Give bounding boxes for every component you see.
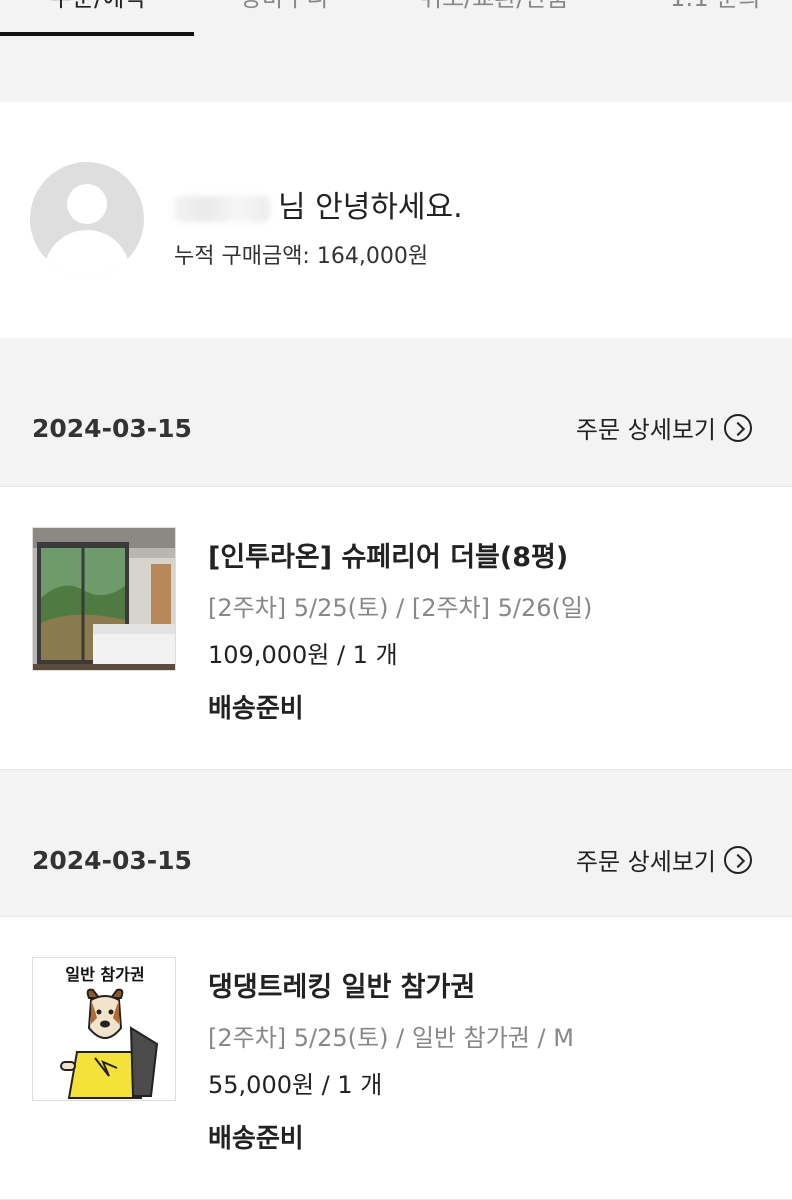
tab-cancel-return[interactable]: 취소/교환/반품 — [420, 0, 569, 26]
product-option: [2주차] 5/25(토) / 일반 참가권 / M — [208, 1024, 574, 1052]
order-date: 2024-03-15 — [32, 846, 192, 875]
chevron-right-circle-icon — [724, 845, 752, 874]
active-tab-indicator — [0, 32, 194, 36]
order-item[interactable]: 일반 참가권 댕댕트레킹 일반 참가권 [2주차] 5/25(토) / 일반 참… — [0, 916, 792, 1200]
order-item[interactable]: [인투라온] 슈페리어 더블(8평) [2주차] 5/25(토) / [2주차]… — [0, 486, 792, 770]
order-date: 2024-03-15 — [32, 414, 192, 443]
order-header: 2024-03-15 주문 상세보기 — [0, 770, 792, 918]
order-status: 배송준비 — [208, 694, 304, 724]
profile-section: 님 안녕하세요. 누적 구매금액: 164,000원 — [0, 102, 792, 338]
product-thumbnail: 일반 참가권 — [32, 957, 176, 1101]
product-title[interactable]: 댕댕트레킹 일반 참가권 — [208, 965, 574, 1004]
tab-bar: 주문/예약 장바구니 취소/교환/반품 1:1 문의 — [0, 0, 792, 38]
hotel-room-image — [33, 528, 175, 670]
product-info: [인투라온] 슈페리어 더블(8평) [2주차] 5/25(토) / [2주차]… — [208, 535, 592, 725]
avatar — [30, 162, 144, 276]
tab-orders[interactable]: 주문/예약 — [50, 0, 146, 26]
thumbnail-text: 일반 참가권 — [65, 965, 144, 984]
avatar-body — [44, 230, 130, 276]
order-detail-link[interactable]: 주문 상세보기 — [576, 842, 752, 877]
product-price: 109,000원 / 1 개 — [208, 641, 398, 669]
order-detail-label: 주문 상세보기 — [575, 416, 716, 444]
order-detail-link[interactable]: 주문 상세보기 — [576, 410, 752, 445]
tab-inquiry[interactable]: 1:1 문의 — [670, 0, 760, 26]
order-header: 2024-03-15 주문 상세보기 — [0, 338, 792, 486]
order-status: 배송준비 — [208, 1124, 304, 1154]
product-price: 55,000원 / 1 개 — [208, 1071, 383, 1099]
greeting: 님 안녕하세요. — [174, 182, 463, 226]
chevron-right-circle-icon — [724, 413, 752, 442]
greeting-text: 님 안녕하세요. — [278, 190, 463, 225]
blurred-username — [174, 195, 270, 222]
product-thumbnail — [32, 527, 176, 671]
product-option: [2주차] 5/25(토) / [2주차] 5/26(일) — [208, 594, 593, 622]
product-title[interactable]: [인투라온] 슈페리어 더블(8평) — [208, 535, 592, 574]
avatar-head — [67, 184, 107, 224]
tab-cart[interactable]: 장바구니 — [240, 0, 328, 26]
dog-trekking-image: 일반 참가권 — [33, 958, 175, 1100]
product-info: 댕댕트레킹 일반 참가권 [2주차] 5/25(토) / 일반 참가권 / M … — [208, 965, 574, 1155]
cumulative-amount: 누적 구매금액: 164,000원 — [174, 244, 429, 269]
order-detail-label: 주문 상세보기 — [575, 848, 716, 876]
